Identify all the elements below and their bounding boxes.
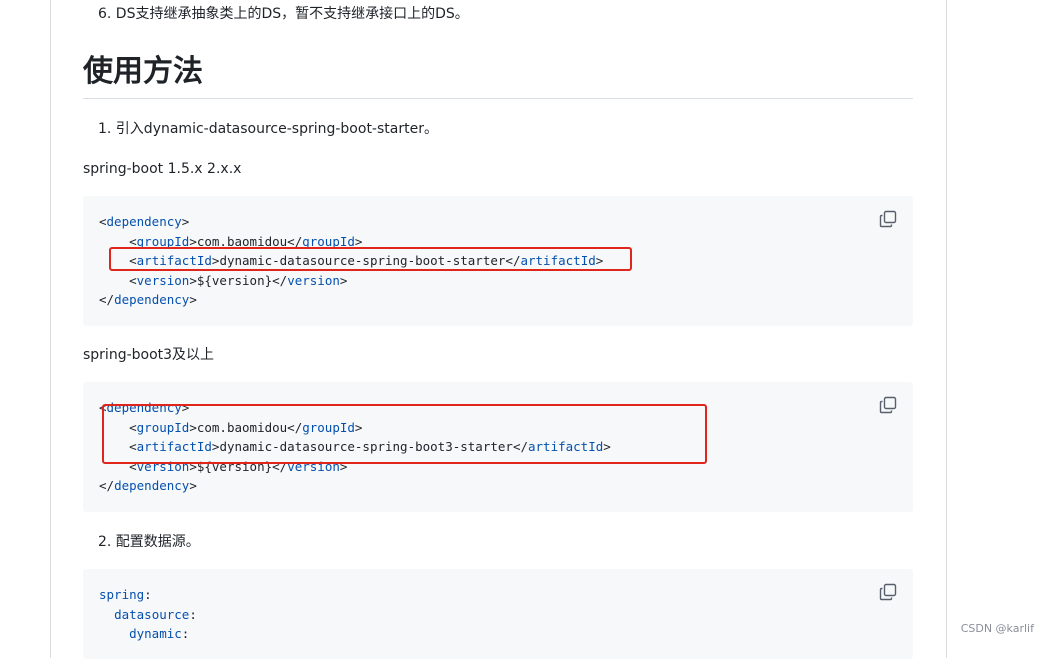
spring-boot-2-label: spring-boot 1.5.x 2.x.x — [83, 161, 242, 177]
highlight-box — [102, 404, 707, 464]
spring-boot-3-label: spring-boot3及以上 — [83, 347, 215, 363]
list-item-2: 2. 配置数据源。 — [98, 534, 200, 550]
yaml-key: spring — [99, 587, 145, 602]
list-item-6: 6. DS支持继承抽象类上的DS，暂不支持继承接口上的DS。 — [98, 6, 469, 22]
code-tag: version — [287, 272, 340, 288]
copy-icon[interactable] — [879, 396, 897, 414]
csdn-watermark: CSDN @karlif — [960, 622, 1034, 635]
highlight-box — [109, 247, 632, 271]
copy-icon[interactable] — [879, 210, 897, 228]
code-tag: version — [136, 272, 190, 288]
code-tag: dependency — [106, 214, 182, 229]
list-item-1: 1. 引入dynamic-datasource-spring-boot-star… — [98, 121, 438, 137]
code-value: ${version} — [196, 272, 273, 288]
yaml-key: dynamic — [129, 626, 182, 642]
code-tag: dependency — [114, 292, 190, 308]
code-block-yaml: spring: datasource: dynamic: — [83, 569, 913, 659]
yaml-key: datasource — [114, 606, 190, 622]
usage-heading: 使用方法 — [83, 52, 913, 99]
copy-icon[interactable] — [879, 583, 897, 601]
code-tag: dependency — [114, 478, 190, 494]
code-content: spring: datasource: dynamic: — [99, 587, 197, 642]
